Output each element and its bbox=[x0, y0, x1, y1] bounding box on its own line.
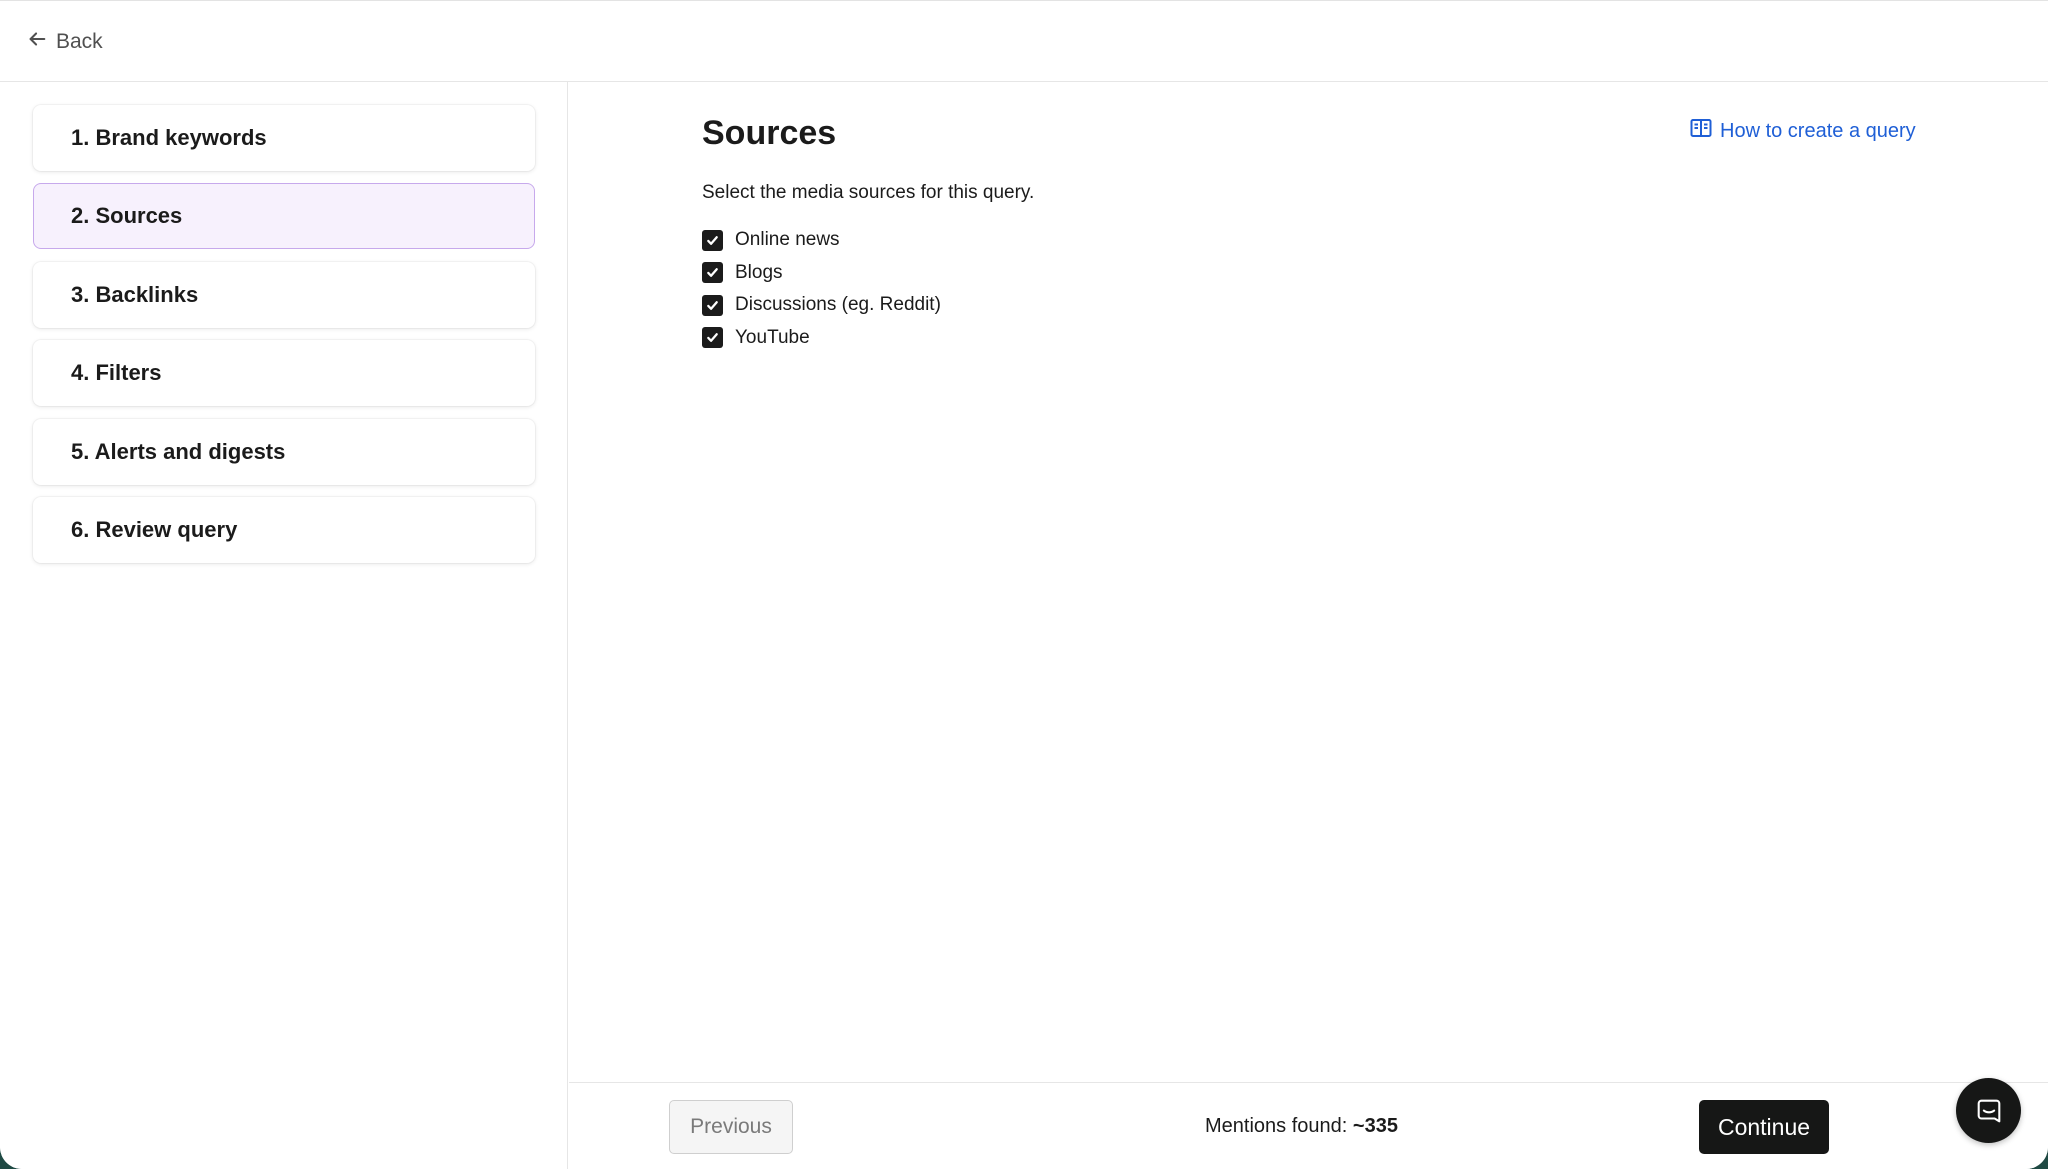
help-link-label: How to create a query bbox=[1720, 119, 1916, 142]
chat-icon bbox=[1977, 1099, 2000, 1122]
step-label: 3. Backlinks bbox=[71, 282, 199, 307]
option-label: YouTube bbox=[735, 326, 810, 348]
top-bar: Back bbox=[0, 2, 2048, 82]
step-backlinks[interactable]: 3. Backlinks bbox=[33, 262, 535, 328]
source-option-online-news[interactable]: Online news bbox=[702, 224, 941, 257]
step-label: 5. Alerts and digests bbox=[71, 439, 286, 464]
mentions-found: Mentions found: ~335 bbox=[1205, 1115, 1398, 1138]
step-label: 6. Review query bbox=[71, 517, 238, 542]
checkbox-discussions[interactable] bbox=[702, 294, 723, 316]
step-brand-keywords[interactable]: 1. Brand keywords bbox=[33, 105, 535, 171]
check-icon bbox=[707, 235, 718, 245]
back-link[interactable]: Back bbox=[26, 28, 103, 56]
how-to-create-query-link[interactable]: How to create a query bbox=[1689, 116, 1916, 146]
steps-sidebar: 1. Brand keywords 2. Sources 3. Backlink… bbox=[0, 82, 568, 1169]
checkbox-blogs[interactable] bbox=[702, 262, 723, 284]
mentions-label: Mentions found: bbox=[1205, 1115, 1348, 1137]
step-label: 1. Brand keywords bbox=[71, 125, 267, 150]
arrow-left-icon bbox=[26, 28, 48, 56]
check-icon bbox=[707, 268, 718, 278]
back-label: Back bbox=[56, 30, 103, 53]
sources-description: Select the media sources for this query. bbox=[702, 182, 1035, 203]
step-review-query[interactable]: 6. Review query bbox=[33, 497, 535, 563]
open-book-icon bbox=[1689, 116, 1713, 146]
mentions-count: ~335 bbox=[1352, 1115, 1398, 1137]
sources-checkbox-list: Online news Blogs Discussions (eg. Reddi… bbox=[702, 224, 941, 354]
step-sources[interactable]: 2. Sources bbox=[33, 183, 535, 249]
page-title: Sources bbox=[702, 114, 837, 152]
step-alerts-and-digests[interactable]: 5. Alerts and digests bbox=[33, 419, 535, 485]
source-option-discussions[interactable]: Discussions (eg. Reddit) bbox=[702, 289, 941, 322]
check-icon bbox=[707, 333, 718, 343]
checkbox-online-news[interactable] bbox=[702, 229, 723, 251]
checkbox-youtube[interactable] bbox=[702, 327, 723, 349]
step-label: 4. Filters bbox=[71, 360, 162, 385]
check-icon bbox=[707, 300, 718, 310]
wizard-footer: Previous Mentions found: ~335 Continue bbox=[569, 1082, 2048, 1169]
step-filters[interactable]: 4. Filters bbox=[33, 340, 535, 406]
previous-button[interactable]: Previous bbox=[669, 1100, 793, 1154]
chat-launcher-button[interactable] bbox=[1956, 1078, 2021, 1143]
option-label: Online news bbox=[735, 229, 840, 251]
step-label: 2. Sources bbox=[71, 203, 183, 228]
main-content: Sources How to create a query Select the… bbox=[569, 82, 2048, 1082]
option-label: Blogs bbox=[735, 261, 783, 283]
continue-button[interactable]: Continue bbox=[1699, 1100, 1829, 1154]
app-window: Back 1. Brand keywords 2. Sources 3. Bac… bbox=[0, 0, 2048, 1169]
source-option-blogs[interactable]: Blogs bbox=[702, 257, 941, 290]
source-option-youtube[interactable]: YouTube bbox=[702, 322, 941, 355]
option-label: Discussions (eg. Reddit) bbox=[735, 294, 941, 316]
